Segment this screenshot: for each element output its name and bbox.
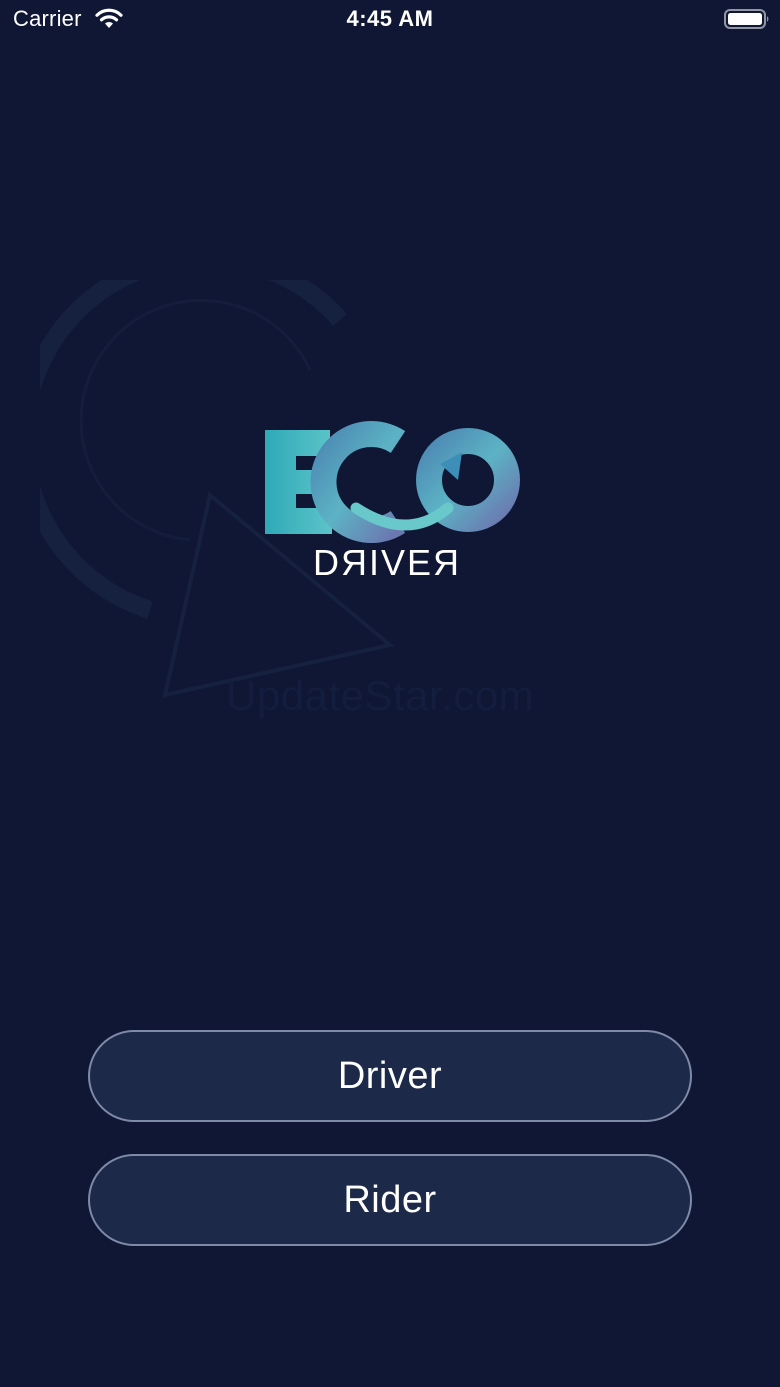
logo-subtitle: DЯIVEЯ — [312, 542, 462, 583]
watermark-text: UpdateStar.com — [226, 672, 535, 719]
battery-icon — [724, 9, 769, 29]
status-time: 4:45 AM — [346, 6, 434, 31]
driver-button[interactable]: Driver — [88, 1030, 692, 1122]
rider-button[interactable]: Rider — [88, 1154, 692, 1246]
status-bar: Carrier 4:45 AM — [0, 0, 780, 40]
